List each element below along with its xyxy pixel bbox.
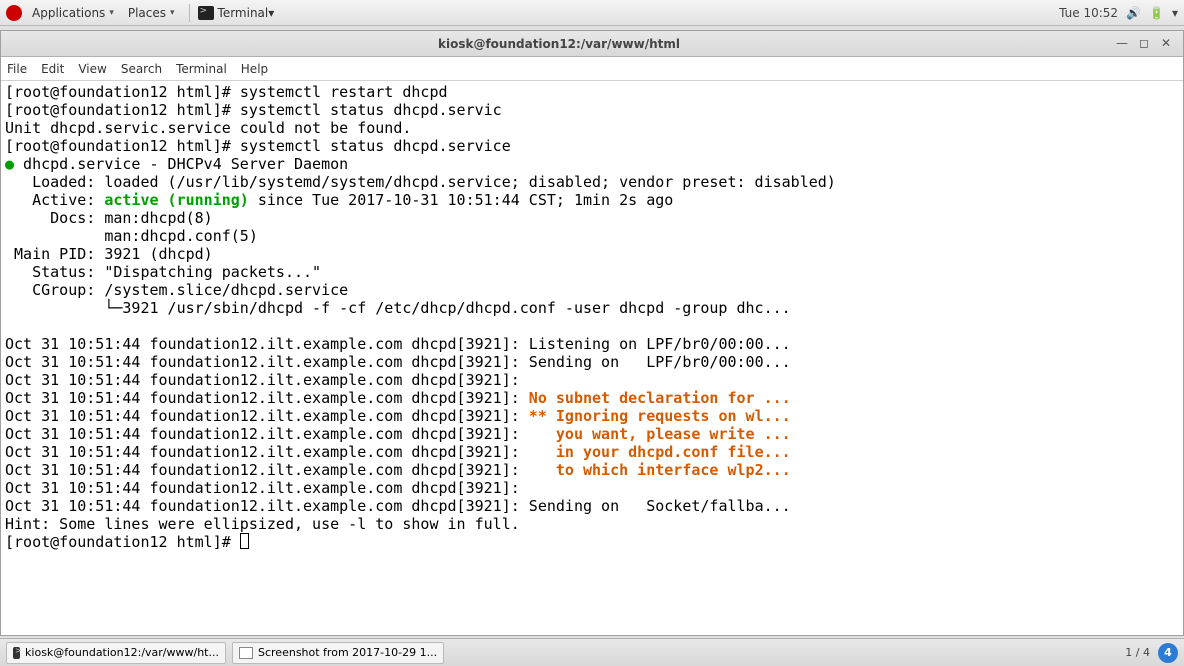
fedora-hat-icon	[6, 5, 22, 21]
menu-view[interactable]: View	[78, 62, 106, 76]
places-menu[interactable]: Places ▾	[124, 4, 179, 22]
task-screenshot[interactable]: Screenshot from 2017-10-29 1...	[232, 642, 444, 664]
minimize-button[interactable]: —	[1113, 35, 1131, 53]
warning-text: ** Ignoring requests on wl...	[529, 407, 791, 425]
task-label: Screenshot from 2017-10-29 1...	[258, 646, 437, 659]
close-button[interactable]: ✕	[1157, 35, 1175, 53]
task-terminal[interactable]: kiosk@foundation12:/var/www/ht...	[6, 642, 226, 664]
caret-down-icon: ▾	[109, 8, 114, 18]
applications-label: Applications	[32, 6, 105, 20]
titlebar[interactable]: kiosk@foundation12:/var/www/html — ◻ ✕	[1, 31, 1183, 57]
status-bullet-icon: ●	[5, 155, 14, 173]
warning-text: you want, please write ...	[529, 425, 791, 443]
caret-down-icon: ▾	[170, 8, 175, 18]
applications-menu[interactable]: Applications ▾	[28, 4, 118, 22]
warning-text: in your dhcpd.conf file...	[529, 443, 791, 461]
maximize-button[interactable]: ◻	[1135, 35, 1153, 53]
menubar: File Edit View Search Terminal Help	[1, 57, 1183, 81]
image-icon	[239, 647, 253, 659]
warning-text: No subnet declaration for ...	[529, 389, 791, 407]
warning-text: to which interface wlp2...	[529, 461, 791, 479]
user-menu-caret-icon[interactable]: ▾	[1172, 6, 1178, 20]
clock[interactable]: Tue 10:52	[1059, 6, 1118, 20]
terminal-launcher-label: Terminal	[218, 6, 269, 20]
terminal-content[interactable]: [root@foundation12 html]# systemctl rest…	[1, 81, 1183, 635]
menu-edit[interactable]: Edit	[41, 62, 64, 76]
bottom-panel: kiosk@foundation12:/var/www/ht... Screen…	[0, 638, 1184, 666]
workspace-indicator[interactable]: 1 / 4	[1125, 646, 1150, 659]
terminal-icon	[198, 6, 214, 20]
top-panel: Applications▾ Places▾ Terminal▾ Tue 10:5…	[0, 0, 1184, 26]
menu-terminal[interactable]: Terminal	[176, 62, 227, 76]
caret-down-icon: ▾	[268, 6, 274, 20]
separator	[189, 4, 190, 22]
terminal-window: kiosk@foundation12:/var/www/html — ◻ ✕ F…	[0, 30, 1184, 636]
menu-search[interactable]: Search	[121, 62, 162, 76]
menu-help[interactable]: Help	[241, 62, 268, 76]
workspace-badge[interactable]: 4	[1158, 643, 1178, 663]
window-title: kiosk@foundation12:/var/www/html	[9, 37, 1109, 51]
active-status: active (running)	[104, 191, 249, 209]
places-label: Places	[128, 6, 166, 20]
battery-icon[interactable]: 🔋	[1149, 6, 1164, 20]
volume-icon[interactable]: 🔊	[1126, 6, 1141, 20]
terminal-launcher[interactable]: Terminal▾	[194, 4, 279, 22]
menu-file[interactable]: File	[7, 62, 27, 76]
cursor	[240, 533, 249, 549]
system-tray: Tue 10:52 🔊 🔋 ▾	[1059, 6, 1178, 20]
task-label: kiosk@foundation12:/var/www/ht...	[25, 646, 219, 659]
terminal-icon	[13, 647, 20, 659]
